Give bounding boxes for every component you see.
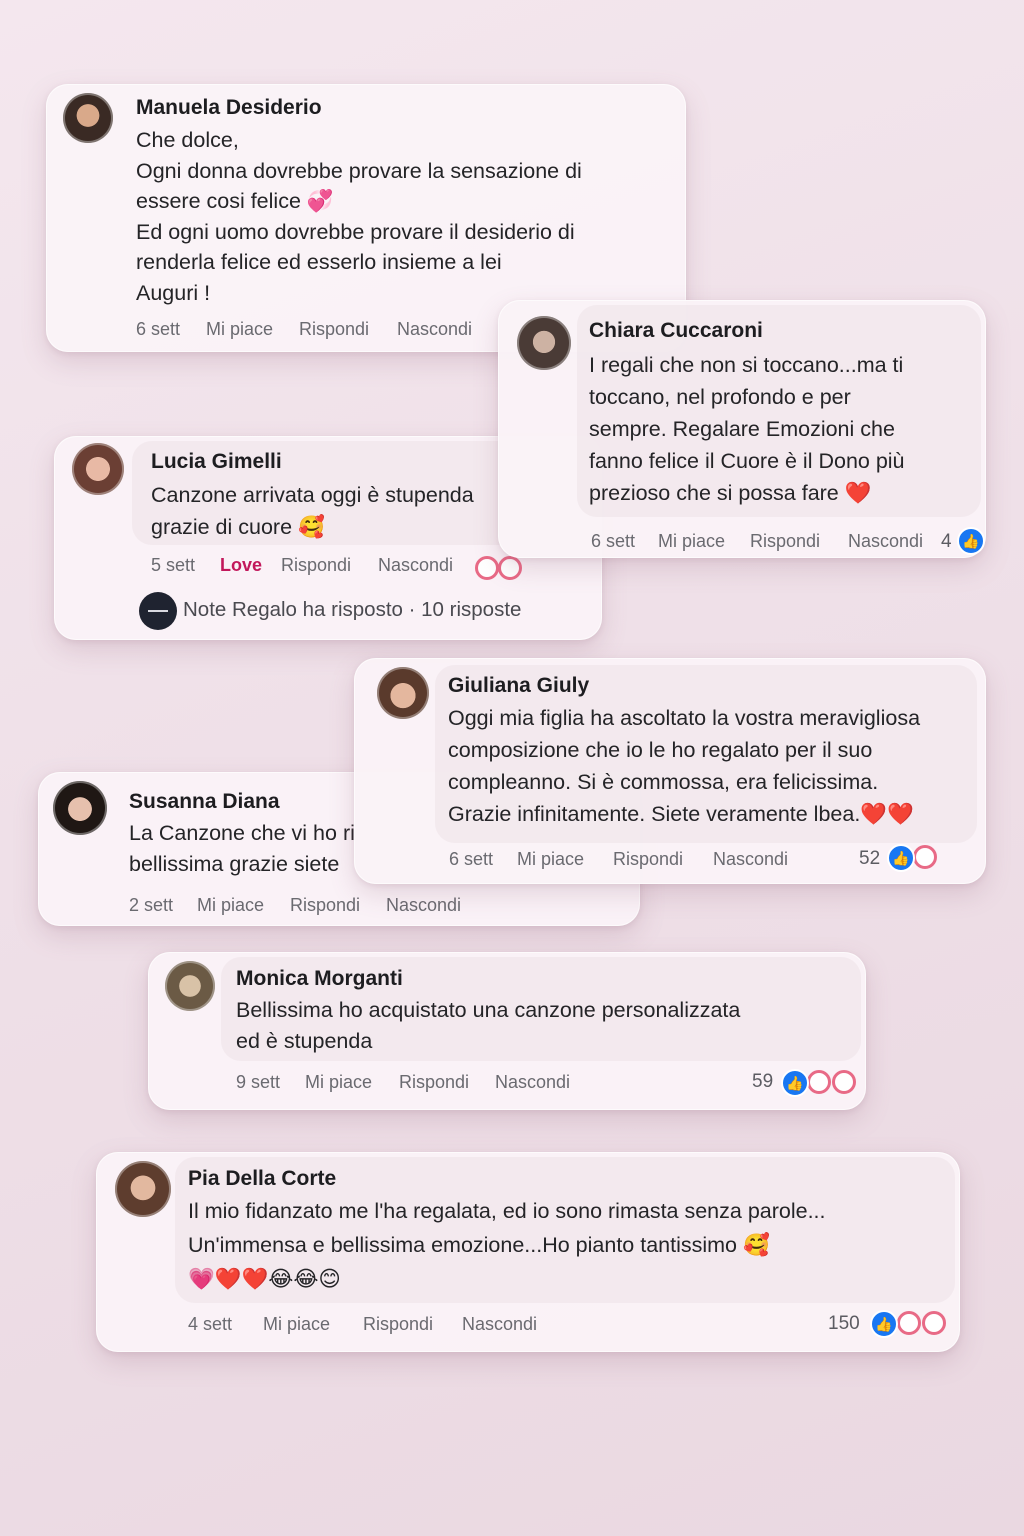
hide-button[interactable]: Nascondi (462, 1314, 537, 1335)
comment-text: Il mio fidanzato me l'ha regalata, ed io… (188, 1194, 826, 1296)
comment-line: Che dolce, (136, 128, 239, 152)
comment-text: Che dolce, Ogni donna dovrebbe provare l… (136, 125, 582, 308)
comment-author-name[interactable]: Giuliana Giuly (448, 674, 589, 698)
comment-line: toccano, nel profondo e per (589, 385, 851, 409)
comment-author-name[interactable]: Pia Della Corte (188, 1167, 336, 1191)
reaction-count[interactable]: 4 (941, 531, 952, 553)
hide-button[interactable]: Nascondi (386, 895, 461, 916)
comment-line: grazie di cuore 🥰 (151, 515, 325, 539)
comment-timestamp[interactable]: 9 sett (236, 1072, 280, 1093)
comment-line: ed è stupenda (236, 1028, 373, 1053)
comment-text: La Canzone che vi ho ri bellissima grazi… (129, 818, 355, 879)
comment-card-monica: Monica Morganti Bellissima ho acquistato… (148, 952, 866, 1110)
comment-line: Il mio fidanzato me l'ha regalata, ed io… (188, 1199, 826, 1223)
comment-timestamp[interactable]: 2 sett (129, 895, 173, 916)
comment-line: Ed ogni uomo dovrebbe provare il desider… (136, 219, 575, 244)
comment-timestamp[interactable]: 6 sett (136, 319, 180, 340)
like-button[interactable]: Mi piace (197, 895, 264, 916)
avatar[interactable] (115, 1161, 171, 1217)
comment-timestamp[interactable]: 6 sett (449, 849, 493, 870)
comment-line: La Canzone che vi ho ri (129, 821, 355, 845)
comment-line: Canzone arrivata oggi è stupenda (151, 483, 474, 507)
comment-text: I regali che non si toccano...ma ti tocc… (589, 349, 905, 509)
comment-line: Ogni donna dovrebbe provare la sensazion… (136, 158, 582, 183)
comment-timestamp[interactable]: 6 sett (591, 531, 635, 552)
avatar[interactable] (53, 781, 107, 835)
comment-line: compleanno. Si è commossa, era felicissi… (448, 770, 879, 794)
like-button[interactable]: Mi piace (305, 1072, 372, 1093)
hide-button[interactable]: Nascondi (848, 531, 923, 552)
reply-button[interactable]: Rispondi (299, 319, 369, 340)
comment-author-name[interactable]: Manuela Desiderio (136, 96, 322, 120)
hide-button[interactable]: Nascondi (397, 319, 472, 340)
reply-button[interactable]: Rispondi (363, 1314, 433, 1335)
reaction-count[interactable]: 59 (752, 1071, 773, 1093)
heart-icon (922, 1311, 946, 1335)
comment-line: fanno felice il Cuore è il Dono più (589, 449, 905, 473)
like-button[interactable]: Mi piace (658, 531, 725, 552)
comment-line: composizione che io le ho regalato per i… (448, 738, 873, 762)
comment-line: Un'immensa e bellissima emozione...Ho pi… (188, 1233, 770, 1257)
reply-button[interactable]: Rispondi (613, 849, 683, 870)
view-replies-link[interactable]: Note Regalo ha risposto · 10 risposte (183, 598, 521, 622)
heart-icon (897, 1311, 921, 1335)
comment-card-giuliana: Giuliana Giuly Oggi mia figlia ha ascolt… (354, 658, 986, 884)
reply-button[interactable]: Rispondi (290, 895, 360, 916)
page-avatar[interactable] (139, 592, 177, 630)
comment-line: sempre. Regalare Emozioni che (589, 417, 895, 441)
thumbs-up-icon: 👍 (887, 844, 915, 872)
comment-author-name[interactable]: Lucia Gimelli (151, 450, 282, 474)
comment-line: I regali che non si toccano...ma ti (589, 353, 904, 377)
comment-timestamp[interactable]: 4 sett (188, 1314, 232, 1335)
comment-line: renderla felice ed esserlo insieme a lei (136, 250, 502, 274)
comment-card-chiara: Chiara Cuccaroni I regali che non si toc… (498, 300, 986, 558)
heart-icon (832, 1070, 856, 1094)
hide-button[interactable]: Nascondi (378, 555, 453, 576)
avatar[interactable] (165, 961, 215, 1011)
comment-text: Oggi mia figlia ha ascoltato la vostra m… (448, 702, 920, 830)
reply-button[interactable]: Rispondi (281, 555, 351, 576)
comment-author-name[interactable]: Chiara Cuccaroni (589, 319, 763, 343)
comment-timestamp[interactable]: 5 sett (151, 555, 195, 576)
comment-emoji-line: 💗❤️❤️😂😂😊 (188, 1267, 341, 1291)
like-button[interactable]: Mi piace (263, 1314, 330, 1335)
avatar[interactable] (63, 93, 113, 143)
comment-text: Bellissima ho acquistato una canzone per… (236, 995, 740, 1056)
comment-line: bellissima grazie siete (129, 851, 340, 876)
heart-icon (498, 556, 522, 580)
hide-button[interactable]: Nascondi (713, 849, 788, 870)
reaction-count[interactable]: 52 (859, 848, 880, 870)
heart-icon (475, 556, 499, 580)
like-button[interactable]: Mi piace (517, 849, 584, 870)
comment-line: Oggi mia figlia ha ascoltato la vostra m… (448, 706, 921, 730)
heart-icon (913, 845, 937, 869)
comment-line: prezioso che si possa fare ❤️ (589, 481, 872, 505)
reply-button[interactable]: Rispondi (750, 531, 820, 552)
comment-card-pia: Pia Della Corte Il mio fidanzato me l'ha… (96, 1152, 960, 1352)
comment-author-name[interactable]: Susanna Diana (129, 790, 280, 814)
thumbs-up-icon: 👍 (870, 1310, 898, 1338)
heart-icon (807, 1070, 831, 1094)
reaction-count[interactable]: 150 (828, 1313, 860, 1335)
avatar[interactable] (517, 316, 571, 370)
hide-button[interactable]: Nascondi (495, 1072, 570, 1093)
thumbs-up-icon: 👍 (957, 527, 985, 555)
comment-line: Bellissima ho acquistato una canzone per… (236, 998, 741, 1022)
avatar[interactable] (377, 667, 429, 719)
comment-text: Canzone arrivata oggi è stupenda grazie … (151, 479, 474, 543)
comment-author-name[interactable]: Monica Morganti (236, 967, 403, 991)
comment-line: essere cosi felice 💞 (136, 189, 334, 213)
thumbs-up-icon: 👍 (781, 1069, 809, 1097)
reply-button[interactable]: Rispondi (399, 1072, 469, 1093)
love-reaction-button[interactable]: Love (220, 555, 262, 576)
comment-line: Grazie infinitamente. Siete veramente lb… (448, 802, 914, 826)
like-button[interactable]: Mi piace (206, 319, 273, 340)
avatar[interactable] (72, 443, 124, 495)
